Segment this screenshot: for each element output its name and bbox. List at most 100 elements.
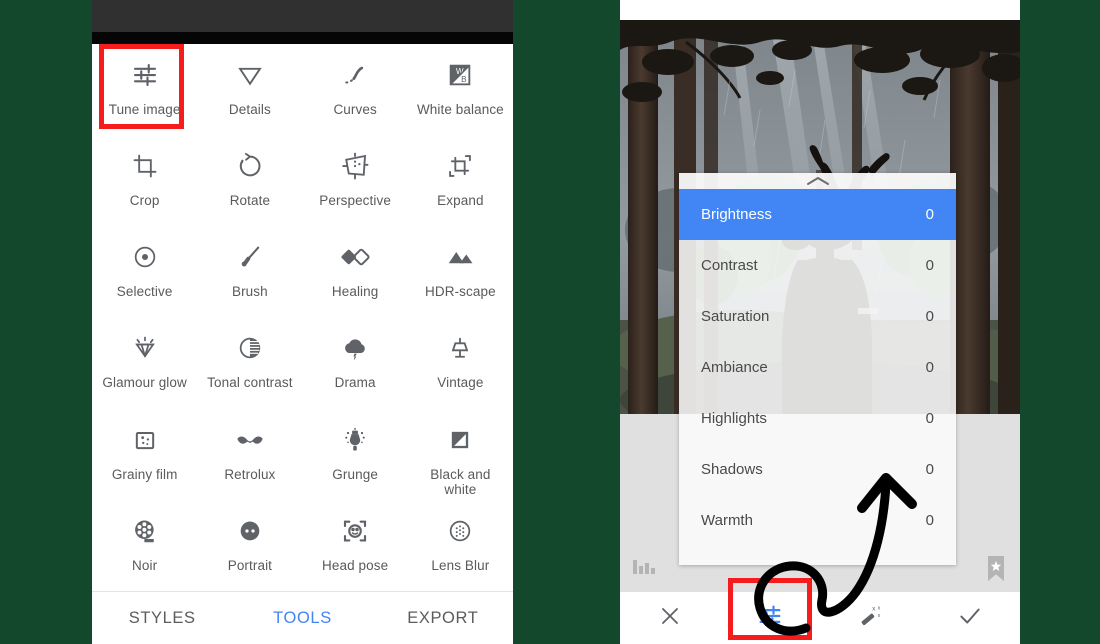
brush-icon [236,240,264,274]
menu-row-label: Shadows [701,461,763,478]
rotate-icon [236,149,264,183]
menu-row-label: Warmth [701,512,753,529]
tool-crop[interactable]: Crop [92,135,197,226]
menu-row-highlights[interactable]: Highlights 0 [679,393,956,444]
tab-styles[interactable]: STYLES [92,609,232,628]
tool-black-and-white[interactable]: Black and white [408,409,513,500]
screenshot-stage: Tune image Details Curves W B White bala… [0,0,1100,644]
tool-label: Noir [132,557,158,573]
menu-row-value: 0 [925,359,934,376]
glamour-gem-icon [131,331,159,365]
check-icon [957,603,983,634]
accept-button[interactable] [920,592,1020,644]
tool-hdr-scape[interactable]: HDR-scape [408,226,513,317]
left-tab-bar: STYLES TOOLS EXPORT [92,591,513,644]
perspective-icon [340,149,370,183]
tool-retrolux[interactable]: Retrolux [197,409,302,500]
tune-sliders-icon [130,58,160,92]
menu-row-value: 0 [925,410,934,427]
tab-tools[interactable]: TOOLS [232,609,372,628]
tool-glamour-glow[interactable]: Glamour glow [92,317,197,408]
tool-curves[interactable]: Curves [303,44,408,135]
grunge-spray-icon [341,423,369,457]
svg-text:x: x [878,613,881,619]
tool-label: Perspective [319,193,391,209]
right-bottom-bar: x x x [620,578,1020,644]
menu-row-value: 0 [925,257,934,274]
menu-row-value: 0 [925,512,934,529]
tool-white-balance[interactable]: W B White balance [408,44,513,135]
tool-label: Black and white [430,466,491,497]
tune-sliders-icon [756,602,784,635]
head-pose-frame-icon [340,514,370,548]
tool-label: Curves [333,102,377,117]
adjust-menu: Brightness 0 Contrast 0 Saturation 0 Amb… [679,173,956,565]
film-reel-icon [130,514,160,548]
menu-row-value: 0 [925,308,934,325]
tool-noir[interactable]: Noir [92,500,197,591]
tool-brush[interactable]: Brush [197,226,302,317]
histogram-icon[interactable] [632,556,656,583]
menu-collapse-handle[interactable] [679,173,956,189]
tool-head-pose[interactable]: Head pose [303,500,408,591]
tool-label: Head pose [322,557,389,573]
tool-portrait[interactable]: Portrait [197,500,302,591]
tool-perspective[interactable]: Perspective [303,135,408,226]
magic-wand-icon: x x x [857,603,883,634]
tool-details[interactable]: Details [197,44,302,135]
tool-label: Rotate [229,193,271,209]
half-circle-contrast-icon [236,331,264,365]
menu-row-brightness[interactable]: Brightness 0 [679,189,956,240]
left-status-bar [92,0,513,32]
tune-adjust-button[interactable] [720,578,820,644]
menu-row-label: Highlights [701,410,767,427]
tool-label: Drama [334,375,376,391]
healing-patch-icon [340,240,370,274]
menu-row-warmth[interactable]: Warmth 0 [679,495,956,546]
tool-label: Details [228,102,271,117]
lens-blur-dots-icon [446,514,474,548]
menu-row-ambiance[interactable]: Ambiance 0 [679,342,956,393]
tool-grunge[interactable]: Grunge [303,409,408,500]
menu-row-label: Saturation [701,308,770,325]
tool-expand[interactable]: Expand [408,135,513,226]
left-photo-strip [92,32,513,44]
grain-square-icon [131,423,159,457]
tool-label: Lens Blur [431,557,490,573]
menu-row-contrast[interactable]: Contrast 0 [679,240,956,291]
right-top-gap [620,0,1020,20]
tool-lens-blur[interactable]: Lens Blur [408,500,513,591]
menu-row-saturation[interactable]: Saturation 0 [679,291,956,342]
tool-tune-image[interactable]: Tune image [92,44,197,135]
right-overlay-icon-bar [620,548,1020,592]
tool-label: Vintage [437,375,484,391]
tool-label: Crop [129,193,160,209]
menu-row-shadows[interactable]: Shadows 0 [679,444,956,495]
black-white-square-icon [446,423,474,457]
cancel-button[interactable] [620,592,720,644]
tool-drama[interactable]: Drama [303,317,408,408]
bookmark-star-icon[interactable] [984,554,1008,587]
crop-icon [131,149,159,183]
tool-label: Brush [231,284,268,300]
expand-icon [446,149,474,183]
tool-selective[interactable]: Selective [92,226,197,317]
svg-text:B: B [462,75,468,84]
tool-tonal-contrast[interactable]: Tonal contrast [197,317,302,408]
tool-label: HDR-scape [425,284,496,300]
tools-grid: Tune image Details Curves W B White bala… [92,44,513,591]
menu-row-value: 0 [925,461,934,478]
magic-wand-button[interactable]: x x x [820,592,920,644]
tool-rotate[interactable]: Rotate [197,135,302,226]
tool-label: Tonal contrast [207,375,293,391]
selective-target-icon [131,240,159,274]
tool-grainy-film[interactable]: Grainy film [92,409,197,500]
tool-label: Grunge [332,466,378,482]
tab-export[interactable]: EXPORT [373,609,513,628]
tool-label: Healing [331,284,379,300]
tool-vintage[interactable]: Vintage [408,317,513,408]
tool-healing[interactable]: Healing [303,226,408,317]
svg-text:x: x [878,605,881,611]
lamp-icon [446,331,474,365]
mountains-icon [445,240,475,274]
